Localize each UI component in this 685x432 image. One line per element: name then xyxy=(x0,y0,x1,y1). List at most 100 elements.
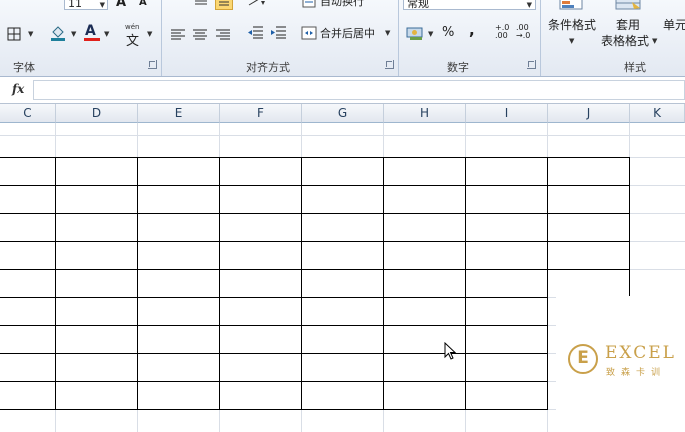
font-size-combo[interactable]: 11 ▼ xyxy=(64,0,108,10)
comma-button[interactable]: , xyxy=(469,21,475,39)
grow-font-button[interactable]: A xyxy=(116,0,126,10)
cell-border xyxy=(0,213,630,214)
logo-brand-text: EXCEL xyxy=(605,343,676,363)
borders-dropdown-icon[interactable]: ▼ xyxy=(28,30,33,38)
chevron-down-icon: ▼ xyxy=(99,1,105,9)
cell-border xyxy=(301,157,302,410)
column-header-h[interactable]: H xyxy=(384,104,466,123)
percent-button[interactable]: % xyxy=(442,25,454,40)
watermark-logo: E EXCEL 致森卡训 xyxy=(556,296,685,432)
cell-border xyxy=(0,241,630,242)
format-table-button[interactable]: 表格格式 xyxy=(601,32,649,49)
number-format-value: 常规 xyxy=(407,0,429,10)
gridline xyxy=(0,135,685,136)
font-group-label: 字体 xyxy=(13,61,35,74)
align-center-button[interactable] xyxy=(192,26,208,40)
merge-center-icon-wrap[interactable] xyxy=(301,25,317,40)
increase-indent-icon xyxy=(271,26,286,39)
logo-sub-text: 致森卡训 xyxy=(606,368,667,378)
orientation-icon xyxy=(248,0,265,6)
increase-decimal-button[interactable]: +.0 .00 xyxy=(495,24,513,40)
align-left-icon xyxy=(171,29,185,40)
group-separator xyxy=(398,0,399,76)
increase-indent-button[interactable] xyxy=(270,25,287,40)
number-format-combo[interactable]: 常规 ▼ xyxy=(403,0,536,10)
number-group-label: 数字 xyxy=(447,61,469,74)
align-middle-icon xyxy=(195,0,207,5)
format-table-icon-wrap[interactable] xyxy=(614,0,644,10)
font-color-letter: A xyxy=(85,23,96,39)
decrease-indent-icon xyxy=(248,26,263,39)
phonetic-button[interactable]: wén 文 xyxy=(124,23,144,49)
conditional-format-icon-wrap[interactable] xyxy=(558,0,586,10)
alignment-dialog-launcher-icon[interactable] xyxy=(385,60,394,69)
font-dialog-launcher-icon[interactable] xyxy=(148,60,157,69)
borders-icon xyxy=(7,27,21,41)
align-bottom-icon xyxy=(219,1,229,6)
cell-border xyxy=(137,157,138,410)
group-separator xyxy=(540,0,541,76)
column-header-e[interactable]: E xyxy=(138,104,220,123)
merge-center-dropdown-icon[interactable]: ▼ xyxy=(385,29,390,37)
mouse-pointer-icon xyxy=(444,342,457,360)
accounting-dropdown-icon[interactable]: ▼ xyxy=(428,30,433,38)
cell-border xyxy=(465,157,466,410)
format-table-dropdown-icon[interactable]: ▼ xyxy=(652,37,657,45)
column-header-g[interactable]: G xyxy=(302,104,384,123)
phonetic-dropdown-icon[interactable]: ▼ xyxy=(147,30,152,38)
wrap-text-icon-wrap[interactable] xyxy=(302,0,316,8)
decrease-decimal-button[interactable]: .00 →.0 xyxy=(516,24,536,40)
styles-group-label: 样式 xyxy=(624,61,646,74)
fill-color-button[interactable] xyxy=(49,24,67,42)
font-color-button[interactable]: A xyxy=(83,23,101,42)
cell-border xyxy=(547,157,548,410)
chevron-down-icon: ▼ xyxy=(526,1,532,9)
align-bottom-button[interactable] xyxy=(215,0,233,10)
orientation-button[interactable] xyxy=(247,0,267,6)
accounting-format-button[interactable] xyxy=(406,25,424,41)
conditional-format-button[interactable]: 条件格式 xyxy=(548,16,596,33)
merge-center-icon xyxy=(301,26,317,40)
align-right-button[interactable] xyxy=(215,26,231,40)
cell-border xyxy=(0,269,630,270)
align-middle-button[interactable] xyxy=(194,0,208,6)
font-size-value: 11 xyxy=(68,0,82,10)
align-center-icon xyxy=(193,29,207,40)
alignment-group-label: 对齐方式 xyxy=(246,61,290,74)
conditional-format-icon xyxy=(559,0,583,10)
group-separator xyxy=(161,0,162,76)
formula-input[interactable] xyxy=(33,80,685,100)
logo-emblem: E xyxy=(568,344,598,374)
align-right-icon xyxy=(216,29,230,40)
cell-styles-button[interactable]: 单元 xyxy=(663,16,685,33)
column-header-f[interactable]: F xyxy=(220,104,302,123)
cell-border xyxy=(219,157,220,410)
cell-border xyxy=(383,157,384,410)
cell-border xyxy=(0,185,630,186)
conditional-format-dropdown-icon[interactable]: ▼ xyxy=(569,37,574,45)
align-left-button[interactable] xyxy=(170,26,186,40)
column-header-i[interactable]: I xyxy=(466,104,548,123)
decrease-indent-button[interactable] xyxy=(247,25,264,40)
column-header-d[interactable]: D xyxy=(56,104,138,123)
number-dialog-launcher-icon[interactable] xyxy=(527,60,536,69)
merge-center-button[interactable]: 合并后居中 xyxy=(320,25,375,41)
column-header-j[interactable]: J xyxy=(548,104,630,123)
shrink-font-button[interactable]: A xyxy=(139,0,147,8)
ribbon: 11 ▼ A A ▼ ▼ A ▼ wén 文 ▼ 字体 自动换行 合并后居中 ▼… xyxy=(0,0,685,77)
borders-button[interactable] xyxy=(7,26,21,41)
format-table-icon xyxy=(615,0,641,10)
cell-border xyxy=(55,157,56,410)
fill-color-dropdown-icon[interactable]: ▼ xyxy=(71,30,76,38)
cell-border xyxy=(629,157,630,297)
phonetic-bottom-text: 文 xyxy=(126,34,140,49)
font-color-dropdown-icon[interactable]: ▼ xyxy=(104,30,109,38)
formula-bar: fx xyxy=(0,77,685,104)
insert-function-button[interactable]: fx xyxy=(12,82,24,96)
column-header-k[interactable]: K xyxy=(630,104,685,123)
wrap-text-button[interactable]: 自动换行 xyxy=(320,0,364,9)
column-header-c[interactable]: C xyxy=(0,104,56,123)
cell-border xyxy=(0,157,630,158)
paint-bucket-icon xyxy=(51,26,65,41)
format-table-top-text[interactable]: 套用 xyxy=(616,16,640,33)
